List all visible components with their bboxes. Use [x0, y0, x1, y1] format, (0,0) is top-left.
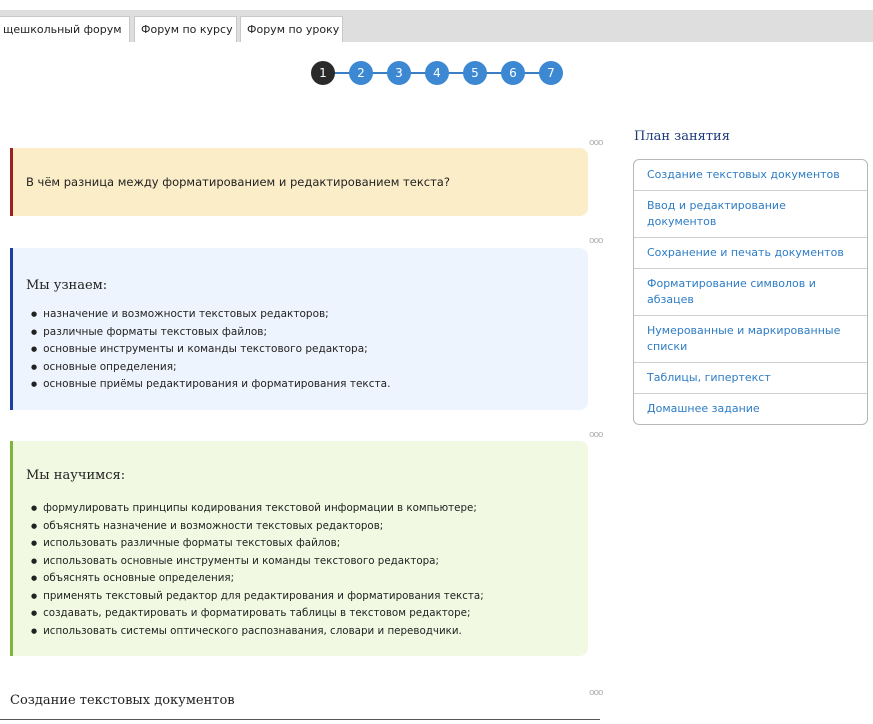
list-item: объяснять основные определения; [31, 570, 484, 588]
drag-handle-icon[interactable]: ooo [589, 688, 603, 698]
forum-tab-bar [0, 10, 873, 42]
skills-card: Мы научимся: формулировать принципы коди… [10, 441, 588, 656]
tab-lesson-forum[interactable]: Форум по уроку [240, 16, 343, 42]
section-divider [0, 719, 600, 720]
list-item: использовать различные форматы текстовых… [31, 535, 484, 553]
learn-title: Мы узнаем: [26, 278, 108, 293]
drag-handle-icon[interactable]: ooo [589, 430, 603, 440]
list-item: назначение и возможности текстовых редак… [31, 306, 390, 324]
learn-card: Мы узнаем: назначение и возможности текс… [10, 248, 588, 410]
plan-item-homework[interactable]: Домашнее задание [634, 394, 867, 424]
lesson-pager: 1 2 3 4 5 6 7 [311, 61, 571, 85]
page-1-button[interactable]: 1 [311, 61, 335, 85]
plan-item-lists[interactable]: Нумерованные и маркированные списки [634, 316, 867, 363]
plan-item-tables-hypertext[interactable]: Таблицы, гипертекст [634, 363, 867, 394]
plan-item-formatting[interactable]: Форматирование символов и абзацев [634, 269, 867, 316]
tab-school-forum[interactable]: щешкольный форум [0, 16, 130, 42]
question-text: В чём разница между форматированием и ре… [26, 175, 450, 189]
plan-item-input-editing[interactable]: Ввод и редактирование документов [634, 191, 867, 238]
page-7-button[interactable]: 7 [539, 61, 563, 85]
plan-item-save-print[interactable]: Сохранение и печать документов [634, 238, 867, 269]
list-item: создавать, редактировать и форматировать… [31, 605, 484, 623]
tab-course-forum[interactable]: Форум по курсу [134, 16, 237, 42]
page-4-button[interactable]: 4 [425, 61, 449, 85]
section-title: Создание текстовых документов [10, 693, 235, 708]
list-item: формулировать принципы кодирования текст… [31, 500, 484, 518]
plan-item-create-documents[interactable]: Создание текстовых документов [634, 160, 867, 191]
page-6-button[interactable]: 6 [501, 61, 525, 85]
lesson-plan-menu: Создание текстовых документов Ввод и ред… [633, 159, 868, 425]
list-item: основные инструменты и команды текстовог… [31, 341, 390, 359]
list-item: основные определения; [31, 359, 390, 377]
question-card: В чём разница между форматированием и ре… [10, 148, 588, 216]
list-item: использовать основные инструменты и кома… [31, 553, 484, 571]
learn-list: назначение и возможности текстовых редак… [31, 306, 390, 394]
page-3-button[interactable]: 3 [387, 61, 411, 85]
list-item: использовать системы оптического распозн… [31, 623, 484, 641]
page-2-button[interactable]: 2 [349, 61, 373, 85]
plan-title: План занятия [634, 129, 730, 144]
list-item: применять текстовый редактор для редакти… [31, 588, 484, 606]
skills-title: Мы научимся: [26, 468, 126, 483]
list-item: различные форматы текстовых файлов; [31, 324, 390, 342]
drag-handle-icon[interactable]: ooo [589, 236, 603, 246]
page-5-button[interactable]: 5 [463, 61, 487, 85]
list-item: основные приёмы редактирования и формати… [31, 376, 390, 394]
list-item: объяснять назначение и возможности текст… [31, 518, 484, 536]
skills-list: формулировать принципы кодирования текст… [31, 500, 484, 640]
drag-handle-icon[interactable]: ooo [589, 138, 603, 148]
